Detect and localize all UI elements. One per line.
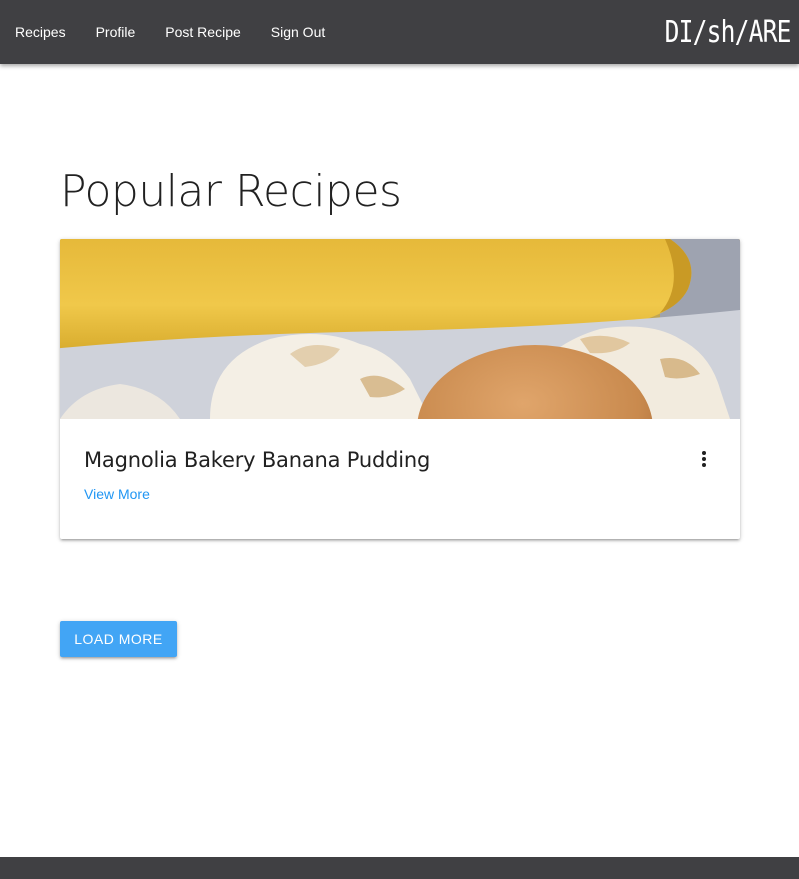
top-navbar: Recipes Profile Post Recipe Sign Out DI/… xyxy=(0,0,799,64)
recipe-card: Magnolia Bakery Banana Pudding View More xyxy=(60,239,740,539)
nav-link-sign-out[interactable]: Sign Out xyxy=(256,0,340,64)
brand-logo[interactable]: DI/sh/ARE xyxy=(665,15,792,51)
load-more-button[interactable]: LOAD MORE xyxy=(60,621,177,657)
nav-links: Recipes Profile Post Recipe Sign Out xyxy=(0,0,340,64)
nav-link-post-recipe[interactable]: Post Recipe xyxy=(150,0,255,64)
more-vert-icon[interactable] xyxy=(698,451,710,469)
recipe-image[interactable] xyxy=(60,239,740,419)
view-more-link[interactable]: View More xyxy=(84,486,150,502)
page-footer xyxy=(0,857,799,879)
nav-link-profile[interactable]: Profile xyxy=(81,0,151,64)
recipe-title[interactable]: Magnolia Bakery Banana Pudding xyxy=(84,446,430,474)
page-title: Popular Recipes xyxy=(60,166,402,217)
nav-link-recipes[interactable]: Recipes xyxy=(0,0,81,64)
